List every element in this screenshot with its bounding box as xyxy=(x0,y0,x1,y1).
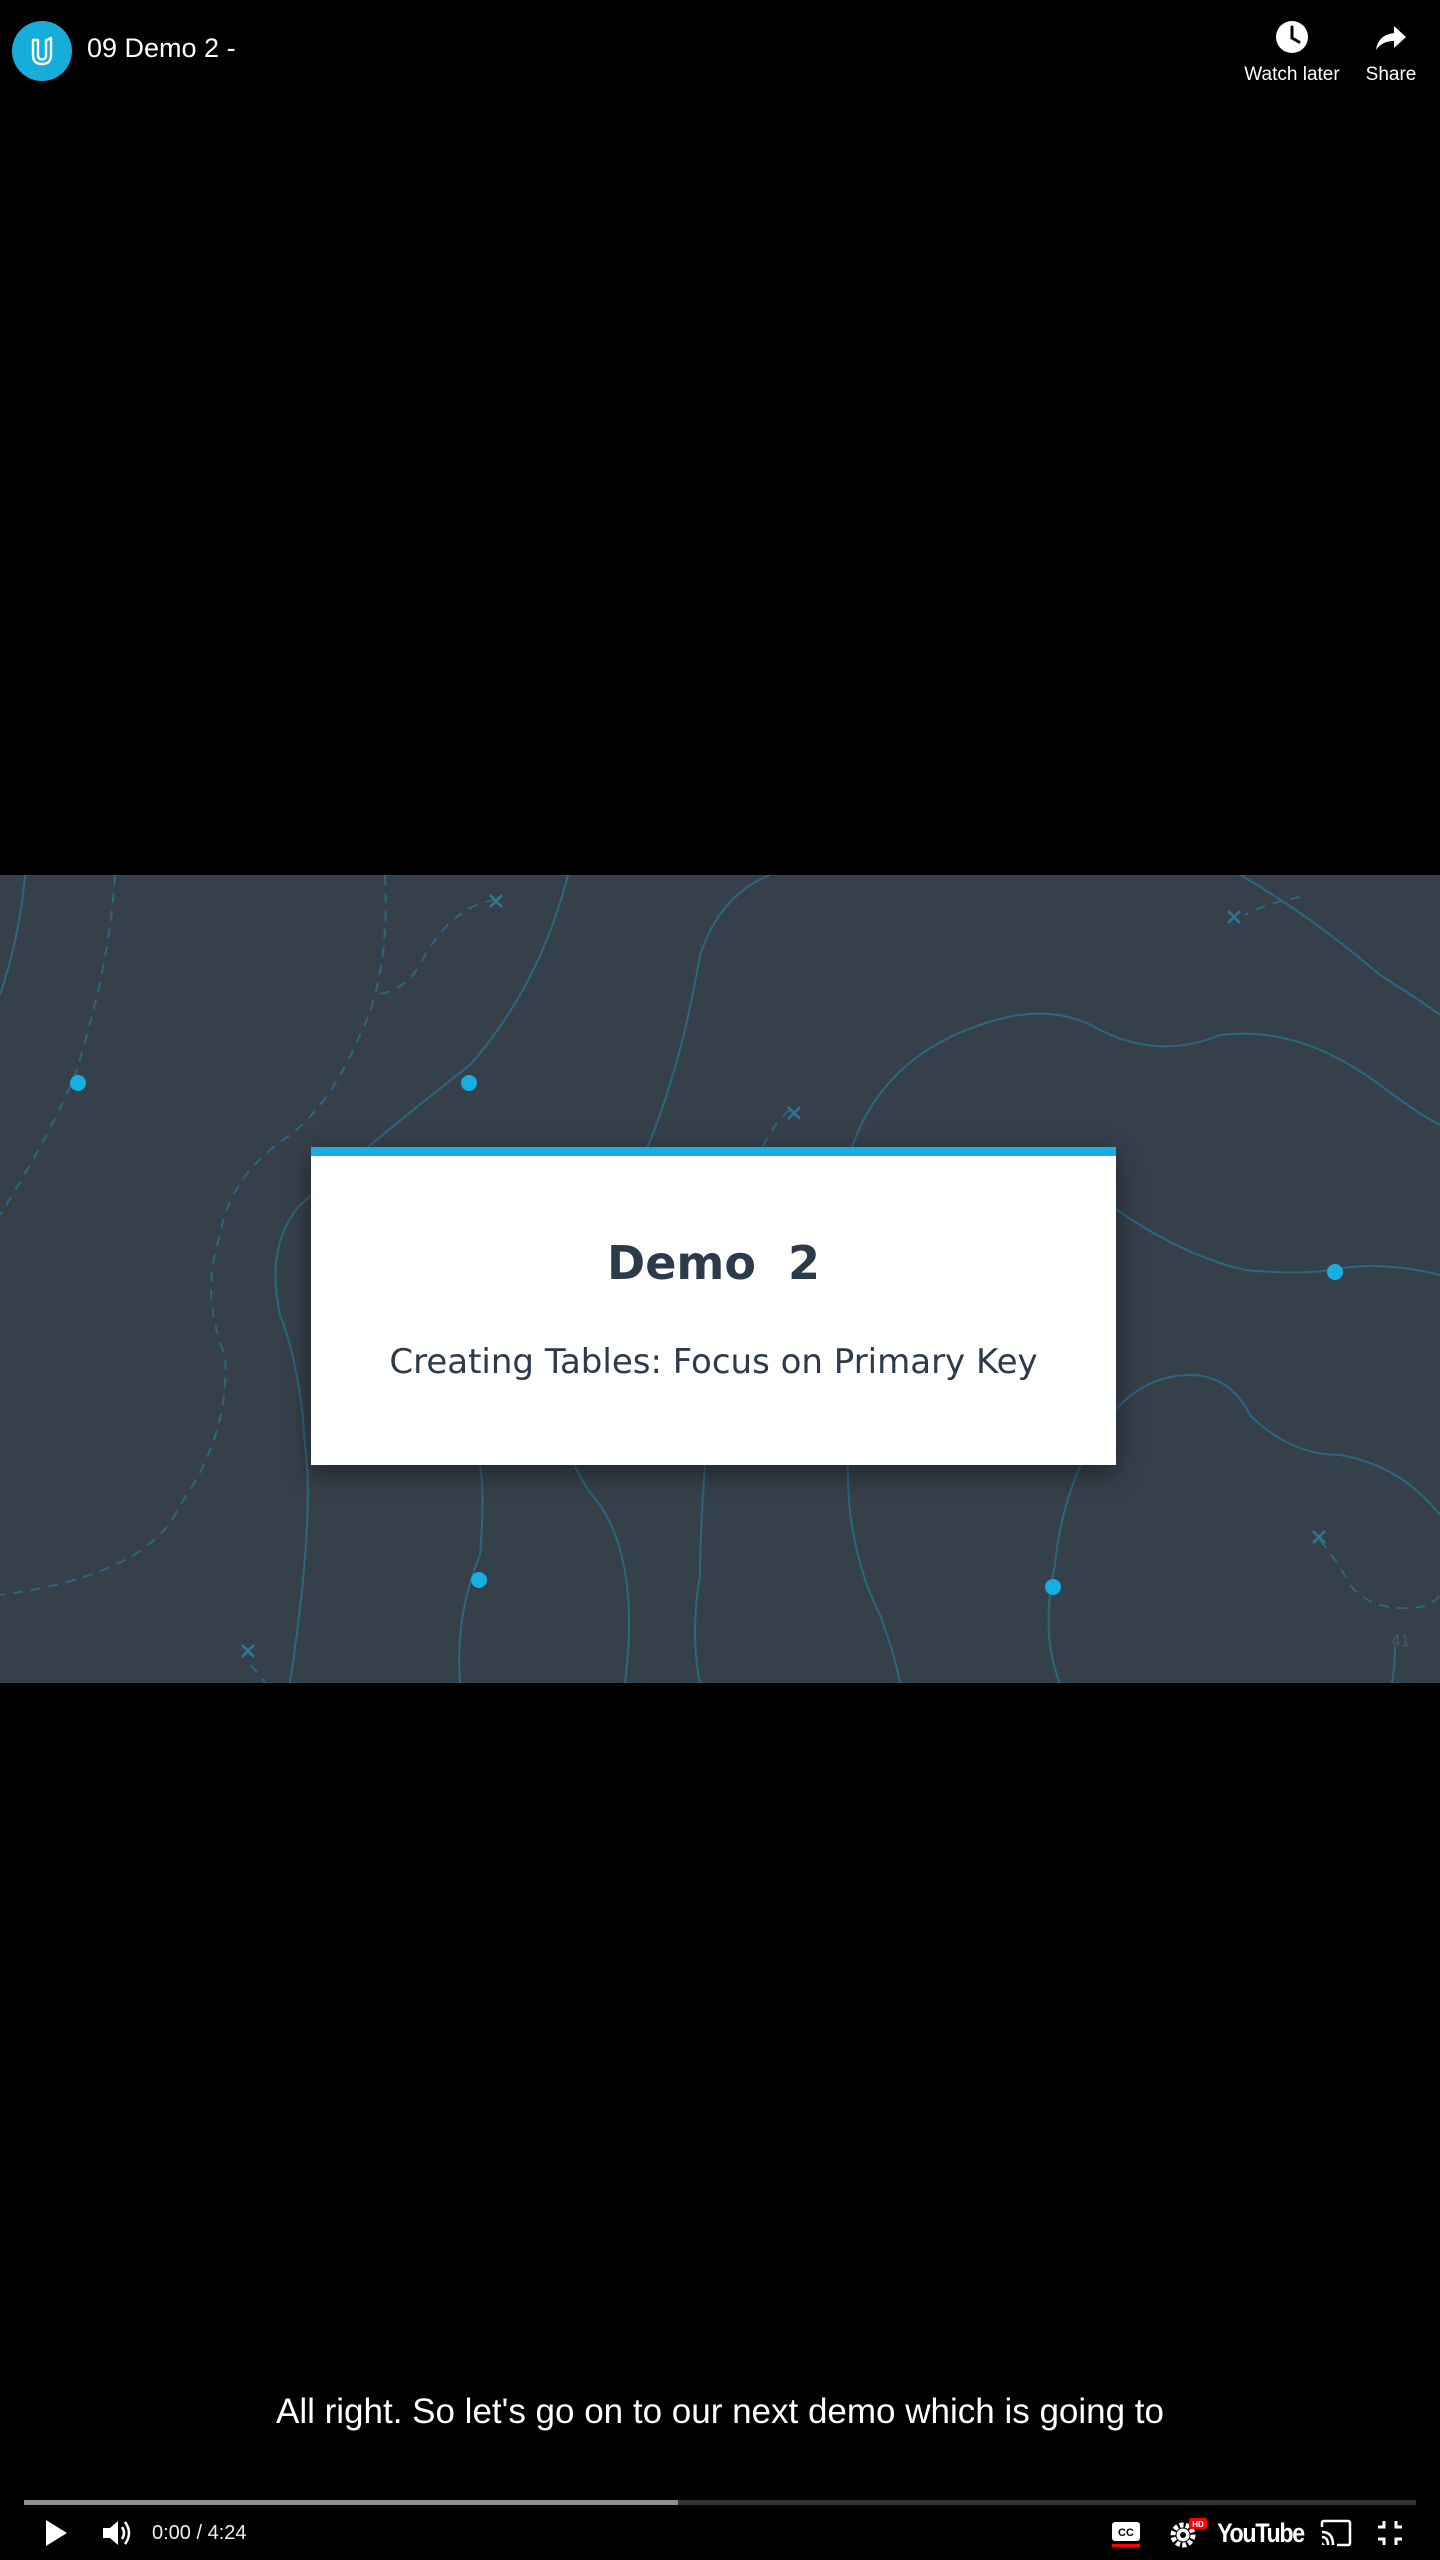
progress-buffered xyxy=(24,2500,679,2505)
exit-fullscreen-icon xyxy=(1378,2521,1402,2545)
cast-icon xyxy=(1320,2519,1352,2547)
video-frame-slide: Demo 2 Creating Tables: Focus on Primary… xyxy=(0,875,1440,1683)
time-separator: / xyxy=(190,2522,208,2544)
top-bar: 09 Demo 2 - Watch later Share xyxy=(0,0,1440,110)
control-bar: 0:00 / 4:24 CC HD YouTube xyxy=(0,2508,1440,2560)
watch-later-label: Watch later xyxy=(1244,64,1340,85)
hd-badge: HD xyxy=(1192,2520,1204,2529)
slide-page-number: 41 xyxy=(1391,1631,1410,1650)
udacity-logo-icon xyxy=(31,36,53,66)
youtube-logo: YouTube xyxy=(1216,2517,1305,2548)
progress-bar[interactable] xyxy=(24,2500,1416,2505)
clock-icon xyxy=(1276,21,1308,53)
captions-button[interactable]: CC xyxy=(1106,2512,1146,2554)
current-time: 0:00 xyxy=(152,2522,191,2544)
play-icon xyxy=(46,2520,67,2546)
volume-icon xyxy=(103,2521,131,2545)
video-player[interactable]: 09 Demo 2 - Watch later Share Demo 2 Cre… xyxy=(0,0,1440,2560)
video-title[interactable]: 09 Demo 2 - xyxy=(87,33,236,64)
settings-button[interactable]: HD xyxy=(1164,2512,1212,2554)
youtube-logo-button[interactable]: YouTube xyxy=(1216,2512,1305,2554)
share-icon xyxy=(1376,26,1406,50)
duration: 4:24 xyxy=(207,2522,247,2544)
share-label: Share xyxy=(1365,64,1417,85)
exit-fullscreen-button[interactable] xyxy=(1370,2512,1410,2554)
settings-icon: HD xyxy=(1170,2518,1207,2548)
watch-later-button[interactable]: Watch later xyxy=(1240,18,1344,86)
mute-button[interactable] xyxy=(96,2512,140,2554)
captions-icon: CC xyxy=(1112,2522,1140,2547)
svg-text:CC: CC xyxy=(1118,2527,1134,2539)
subtitle-caption: All right. So let's go on to our next de… xyxy=(275,2392,1164,2431)
channel-avatar[interactable] xyxy=(12,21,72,81)
slide-title: Demo 2 xyxy=(607,1236,820,1290)
time-display: 0:00 / 4:24 xyxy=(152,2522,247,2545)
play-button[interactable] xyxy=(34,2512,78,2554)
cast-button[interactable] xyxy=(1314,2512,1358,2554)
slide-subtitle: Creating Tables: Focus on Primary Key xyxy=(389,1342,1038,1382)
title-card: Demo 2 Creating Tables: Focus on Primary… xyxy=(311,1147,1116,1465)
share-button[interactable]: Share xyxy=(1362,18,1420,86)
